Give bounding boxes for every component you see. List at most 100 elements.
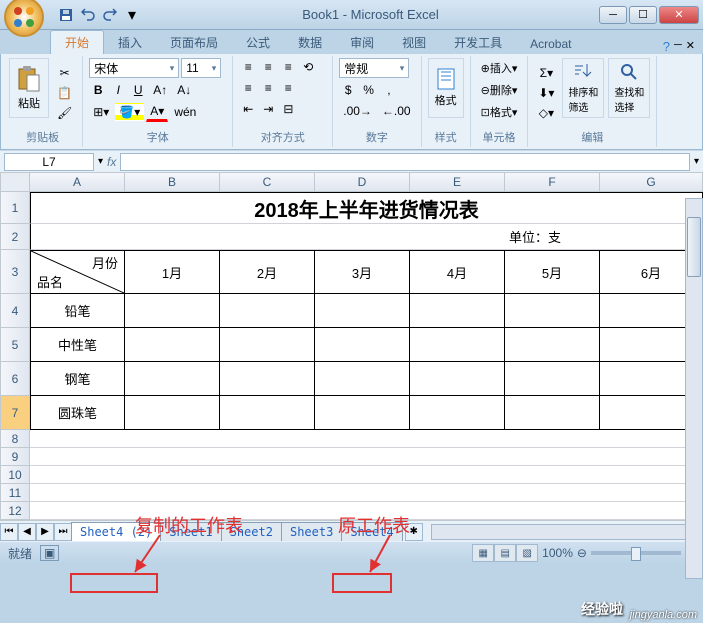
row-header[interactable]: 2: [0, 224, 30, 250]
sheet-tab-sheet4-copy[interactable]: Sheet4 (2): [71, 522, 161, 541]
col-header[interactable]: A: [30, 172, 125, 192]
row-header[interactable]: 9: [0, 448, 30, 466]
col-header[interactable]: C: [220, 172, 315, 192]
fill-color-button[interactable]: 🪣▾: [115, 103, 144, 121]
cell[interactable]: [125, 396, 220, 430]
increase-indent-icon[interactable]: ⇥: [259, 100, 277, 118]
cell[interactable]: [505, 328, 600, 362]
cell[interactable]: 钢笔: [30, 362, 125, 396]
fx-icon[interactable]: fx: [107, 155, 116, 169]
minimize-button[interactable]: ─: [599, 6, 627, 24]
col-header[interactable]: E: [410, 172, 505, 192]
row-header[interactable]: 6: [0, 362, 30, 396]
zoom-out-icon[interactable]: ⊖: [577, 546, 587, 560]
cell[interactable]: 中性笔: [30, 328, 125, 362]
name-dropdown-icon[interactable]: ▾: [98, 156, 103, 167]
format-cells-button[interactable]: ⊡格式▾: [477, 102, 522, 122]
cell[interactable]: [410, 362, 505, 396]
formula-input[interactable]: [120, 153, 690, 171]
tab-acrobat[interactable]: Acrobat: [516, 34, 585, 54]
close-button[interactable]: ✕: [659, 6, 699, 24]
align-top-icon[interactable]: ≡: [239, 58, 257, 76]
sheet-nav-last-icon[interactable]: ⏭: [54, 523, 72, 541]
view-normal-icon[interactable]: ▦: [472, 544, 494, 562]
help-icon[interactable]: ?: [663, 39, 670, 54]
currency-icon[interactable]: $: [339, 81, 357, 99]
fill-icon[interactable]: ⬇▾: [534, 84, 558, 102]
cell[interactable]: [30, 484, 703, 502]
copy-icon[interactable]: 📋: [53, 84, 76, 102]
increase-decimal-icon[interactable]: .00→: [339, 102, 376, 120]
cell[interactable]: [125, 328, 220, 362]
col-header[interactable]: F: [505, 172, 600, 192]
cell[interactable]: 圆珠笔: [30, 396, 125, 430]
row-header[interactable]: 3: [0, 250, 30, 294]
comma-icon[interactable]: ,: [380, 81, 398, 99]
sheet-tab-sheet1[interactable]: Sheet1: [160, 522, 221, 541]
doc-close-icon[interactable]: ✕: [686, 39, 695, 54]
horizontal-scrollbar[interactable]: [431, 524, 703, 540]
cell[interactable]: [30, 430, 703, 448]
bold-button[interactable]: B: [89, 81, 107, 99]
name-box[interactable]: L7: [4, 153, 94, 171]
row-header[interactable]: 1: [0, 192, 30, 224]
cell[interactable]: [505, 396, 600, 430]
font-color-button[interactable]: A▾: [146, 102, 168, 122]
cell[interactable]: [410, 396, 505, 430]
col-header[interactable]: D: [315, 172, 410, 192]
maximize-button[interactable]: ☐: [629, 6, 657, 24]
row-header[interactable]: 4: [0, 294, 30, 328]
sheet-nav-first-icon[interactable]: ⏮: [0, 523, 18, 541]
view-layout-icon[interactable]: ▤: [494, 544, 516, 562]
tab-insert[interactable]: 插入: [104, 31, 156, 54]
tab-formula[interactable]: 公式: [232, 31, 284, 54]
cell[interactable]: [505, 362, 600, 396]
cell[interactable]: [410, 294, 505, 328]
cell[interactable]: [220, 362, 315, 396]
zoom-slider[interactable]: [591, 551, 681, 555]
cell[interactable]: [30, 448, 703, 466]
tab-view[interactable]: 视图: [388, 31, 440, 54]
row-header-active[interactable]: 7: [0, 396, 30, 430]
sheet-nav-next-icon[interactable]: ▶: [36, 523, 54, 541]
cell[interactable]: 铅笔: [30, 294, 125, 328]
align-left-icon[interactable]: ≡: [239, 79, 257, 97]
col-header[interactable]: B: [125, 172, 220, 192]
row-header[interactable]: 5: [0, 328, 30, 362]
phonetic-icon[interactable]: wén: [170, 103, 200, 121]
tab-layout[interactable]: 页面布局: [156, 31, 232, 54]
expand-formula-icon[interactable]: ▾: [694, 156, 699, 167]
paste-button[interactable]: 粘贴: [9, 58, 49, 118]
cell[interactable]: [410, 328, 505, 362]
sheet-nav-prev-icon[interactable]: ◀: [18, 523, 36, 541]
percent-icon[interactable]: %: [359, 81, 378, 99]
cell[interactable]: [30, 502, 703, 520]
tab-dev[interactable]: 开发工具: [440, 31, 516, 54]
cell[interactable]: [220, 396, 315, 430]
decrease-indent-icon[interactable]: ⇤: [239, 100, 257, 118]
orientation-icon[interactable]: ⟲: [299, 58, 317, 76]
cell[interactable]: [315, 294, 410, 328]
cell[interactable]: 4月: [410, 250, 505, 294]
zoom-level[interactable]: 100%: [542, 546, 573, 560]
borders-button[interactable]: ⊞▾: [89, 103, 113, 121]
cell-title[interactable]: 2018年上半年进货情况表: [30, 192, 703, 224]
autosum-icon[interactable]: Σ▾: [534, 64, 558, 82]
new-sheet-icon[interactable]: ✱: [405, 523, 423, 541]
sort-filter-button[interactable]: 排序和 筛选: [562, 58, 604, 118]
align-middle-icon[interactable]: ≡: [259, 58, 277, 76]
cell[interactable]: [220, 294, 315, 328]
view-pagebreak-icon[interactable]: ▧: [516, 544, 538, 562]
merge-icon[interactable]: ⊟: [279, 100, 297, 118]
row-header[interactable]: 12: [0, 502, 30, 520]
redo-icon[interactable]: [100, 5, 120, 25]
qat-dropdown-icon[interactable]: ▾: [122, 5, 142, 25]
undo-icon[interactable]: [78, 5, 98, 25]
align-center-icon[interactable]: ≡: [259, 79, 277, 97]
col-header[interactable]: G: [600, 172, 703, 192]
select-all-corner[interactable]: [0, 172, 30, 192]
cell[interactable]: 3月: [315, 250, 410, 294]
vertical-scrollbar[interactable]: [685, 198, 703, 579]
cell-styles-button[interactable]: 格式: [428, 58, 464, 118]
decrease-decimal-icon[interactable]: ←.00: [378, 102, 415, 120]
